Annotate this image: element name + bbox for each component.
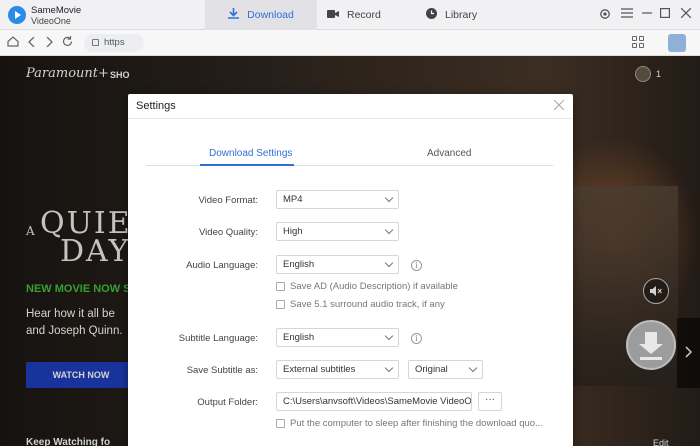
audio-language-label: Audio Language: <box>186 260 258 271</box>
app-name-line1: SameMovie <box>31 5 82 16</box>
video-quality-value: High <box>283 226 303 237</box>
video-quality-label: Video Quality: <box>199 227 258 238</box>
app-logo-icon <box>8 6 26 24</box>
extension-icon[interactable] <box>668 34 686 52</box>
audio-language-select[interactable]: English <box>276 255 399 274</box>
browser-bar: https <box>0 30 700 56</box>
save-subtitle-select[interactable]: External subtitles <box>276 360 399 379</box>
save-subtitle-label: Save Subtitle as: <box>186 365 258 376</box>
app-name-line2: VideoOne <box>31 16 71 26</box>
video-quality-select[interactable]: High <box>276 222 399 241</box>
settings-dialog: Settings Download Settings Advanced Vide… <box>128 94 573 446</box>
modal-overlay: Settings Download Settings Advanced Vide… <box>0 56 700 446</box>
video-camera-icon <box>327 9 339 22</box>
info-icon[interactable]: i <box>411 260 422 271</box>
chevron-down-icon <box>384 193 394 203</box>
browse-folder-button[interactable]: ··· <box>478 392 502 411</box>
chevron-down-icon <box>468 363 478 373</box>
video-format-value: MP4 <box>283 194 303 205</box>
home-icon[interactable] <box>6 36 20 50</box>
subtitle-language-label: Subtitle Language: <box>178 333 258 344</box>
dialog-divider <box>128 118 573 119</box>
download-icon <box>228 8 240 22</box>
tab-download[interactable]: Download <box>205 0 317 30</box>
reload-icon[interactable] <box>60 36 74 50</box>
app-name: SameMovie VideoOne <box>31 5 81 27</box>
tab-record-label: Record <box>347 9 381 21</box>
settings-gear-icon[interactable] <box>598 8 611 21</box>
tab-active-indicator <box>200 164 294 166</box>
subtitle-mode-select[interactable]: Original <box>408 360 483 379</box>
tab-download-settings[interactable]: Download Settings <box>209 148 292 159</box>
chevron-down-icon <box>384 331 394 341</box>
maximize-icon[interactable] <box>658 8 671 21</box>
save-51-label: Save 5.1 surround audio track, if any <box>290 299 445 310</box>
tab-library[interactable]: Library <box>426 0 477 30</box>
back-icon[interactable] <box>25 36 39 50</box>
info-icon[interactable]: i <box>411 333 422 344</box>
lock-icon <box>92 39 99 46</box>
tab-advanced[interactable]: Advanced <box>427 148 471 159</box>
floating-download-button[interactable] <box>626 320 676 370</box>
save-51-checkbox[interactable] <box>276 300 285 309</box>
close-icon[interactable] <box>552 99 566 113</box>
chevron-down-icon <box>384 225 394 235</box>
minimize-icon[interactable] <box>640 8 653 21</box>
save-subtitle-value: External subtitles <box>283 364 356 375</box>
title-bar: SameMovie VideoOne Download Record Libra… <box>0 0 700 30</box>
subtitle-mode-value: Original <box>415 364 448 375</box>
close-window-icon[interactable] <box>679 7 692 21</box>
sleep-checkbox[interactable] <box>276 419 285 428</box>
tab-download-label: Download <box>247 9 294 21</box>
sleep-label: Put the computer to sleep after finishin… <box>290 418 543 429</box>
video-format-select[interactable]: MP4 <box>276 190 399 209</box>
url-bar[interactable]: https <box>84 34 144 52</box>
output-folder-value: C:\Users\anvsoft\Videos\SameMovie VideoO <box>283 396 472 407</box>
subtitle-language-select[interactable]: English <box>276 328 399 347</box>
dialog-title: Settings <box>136 100 176 112</box>
output-folder-input[interactable]: C:\Users\anvsoft\Videos\SameMovie VideoO <box>276 392 472 411</box>
output-folder-label: Output Folder: <box>197 397 258 408</box>
menu-icon[interactable] <box>620 8 633 21</box>
apps-grid-icon[interactable] <box>632 36 646 50</box>
subtitle-language-value: English <box>283 332 315 343</box>
save-ad-label: Save AD (Audio Description) if available <box>290 281 458 292</box>
audio-language-value: English <box>283 259 315 270</box>
save-ad-checkbox[interactable] <box>276 282 285 291</box>
url-text: https <box>104 37 125 48</box>
forward-icon[interactable] <box>42 36 56 50</box>
chevron-down-icon <box>384 258 394 268</box>
clock-icon <box>426 8 437 22</box>
chevron-down-icon <box>384 363 394 373</box>
video-format-label: Video Format: <box>198 195 259 206</box>
tab-library-label: Library <box>445 9 478 21</box>
tab-record[interactable]: Record <box>327 0 381 30</box>
